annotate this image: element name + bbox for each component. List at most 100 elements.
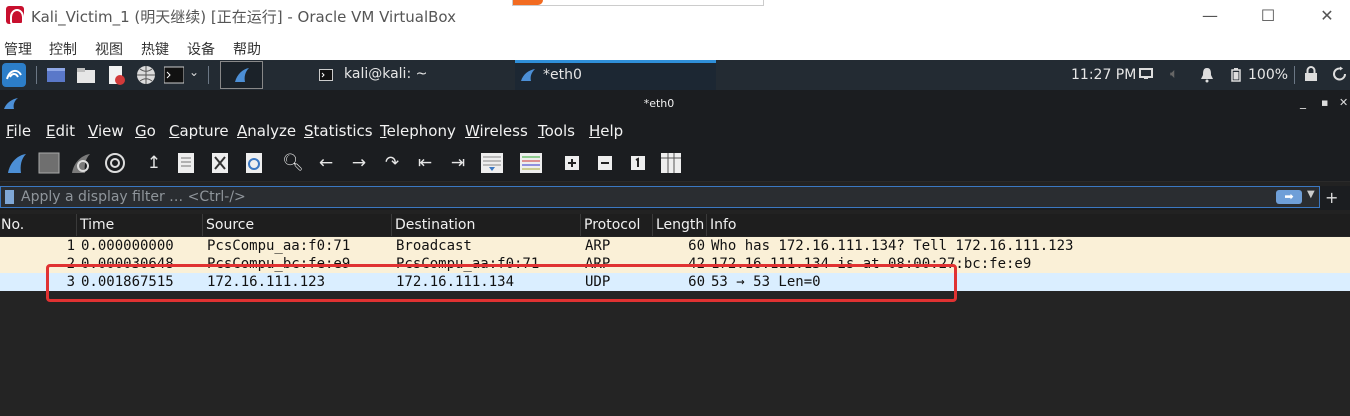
taskbar-item-label: *eth0: [543, 67, 582, 83]
cell-info: 53 → 53 Len=0: [711, 274, 821, 290]
main-toolbar: ↥ 🔍︎ ← → ↷ ⇤ ⇥: [0, 144, 1350, 182]
menu-tools[interactable]: Tools: [538, 122, 575, 140]
menu-go[interactable]: Go: [135, 122, 156, 140]
panel-separator: [1294, 66, 1295, 84]
resize-columns-icon[interactable]: [659, 152, 683, 174]
menu-view[interactable]: View: [88, 122, 124, 140]
reload-file-icon[interactable]: [242, 152, 266, 174]
menu-hotkey[interactable]: 热键: [141, 39, 169, 59]
go-forward-icon[interactable]: →: [347, 152, 371, 174]
menu-view[interactable]: 视图: [95, 39, 123, 59]
web-browser-icon[interactable]: [136, 65, 156, 85]
restart-capture-icon[interactable]: [69, 152, 93, 174]
menu-wireless[interactable]: Wireless: [465, 122, 528, 140]
column-divider[interactable]: [652, 214, 653, 236]
column-header-no[interactable]: No.: [1, 217, 24, 233]
menu-statistics[interactable]: Statistics: [304, 122, 373, 140]
menu-manage[interactable]: 管理: [4, 39, 32, 59]
column-divider[interactable]: [580, 214, 581, 236]
maximize-button[interactable]: ☐: [1253, 6, 1283, 26]
column-header-info[interactable]: Info: [710, 217, 737, 233]
packet-row[interactable]: 1 0.000000000 PcsCompu_aa:f0:71 Broadcas…: [0, 237, 1350, 255]
text-editor-icon[interactable]: [106, 65, 126, 85]
menu-telephony[interactable]: Telephony: [380, 122, 456, 140]
open-file-icon[interactable]: ↥: [142, 152, 166, 174]
go-back-icon[interactable]: ←: [314, 152, 338, 174]
lock-icon[interactable]: [1304, 66, 1318, 82]
column-divider[interactable]: [706, 214, 707, 236]
logout-icon[interactable]: [1332, 66, 1348, 82]
notification-bell-icon[interactable]: [1200, 67, 1214, 83]
ws-close-button[interactable]: ✕: [1339, 96, 1348, 109]
volume-icon[interactable]: 🔈︎: [1170, 66, 1178, 82]
autoscroll-icon[interactable]: [480, 152, 504, 174]
menu-help[interactable]: Help: [589, 122, 623, 140]
battery-percentage: 100%: [1248, 67, 1289, 83]
add-filter-button-icon[interactable]: +: [1325, 188, 1338, 207]
host-window-title: Kali_Victim_1 (明天继续) [正在运行] - Oracle VM …: [31, 8, 456, 26]
first-packet-icon[interactable]: ⇤: [413, 152, 437, 174]
host-titlebar: Kali_Victim_1 (明天继续) [正在运行] - Oracle VM …: [0, 0, 1350, 34]
column-header-time[interactable]: Time: [80, 217, 114, 233]
cell-info: Who has 172.16.111.134? Tell 172.16.111.…: [711, 238, 1074, 254]
close-button[interactable]: ✕: [1312, 6, 1342, 26]
apply-filter-arrow-icon[interactable]: ➡: [1276, 190, 1302, 204]
menu-edit[interactable]: Edit: [46, 122, 75, 140]
show-desktop-icon[interactable]: [46, 65, 66, 85]
battery-icon[interactable]: [1231, 68, 1241, 82]
zoom-in-icon[interactable]: [560, 152, 584, 174]
taskbar-item-terminal[interactable]: kali@kali: ~: [310, 60, 515, 90]
terminal-launcher-icon[interactable]: [164, 65, 184, 85]
menu-devices[interactable]: 设备: [187, 39, 215, 59]
menu-help[interactable]: 帮助: [233, 39, 261, 59]
column-divider[interactable]: [76, 214, 77, 236]
file-manager-icon[interactable]: [76, 65, 96, 85]
menu-file[interactable]: File: [6, 122, 31, 140]
column-header-destination[interactable]: Destination: [395, 217, 475, 233]
wireshark-titlebar: *eth0 _ ▪ ✕: [0, 90, 1350, 118]
normal-size-icon[interactable]: [626, 152, 650, 174]
display-icon[interactable]: [1139, 67, 1153, 81]
cell-no: 2: [66, 256, 75, 272]
find-packet-icon[interactable]: 🔍︎: [281, 152, 305, 174]
close-file-icon[interactable]: [208, 152, 232, 174]
column-header-protocol[interactable]: Protocol: [584, 217, 640, 233]
packet-list-header: No. Time Source Destination Protocol Len…: [0, 214, 1350, 236]
packet-row[interactable]: 2 0.000030648 PcsCompu_bc:fe:e9 PcsCompu…: [0, 255, 1350, 273]
cell-no: 1: [66, 238, 75, 254]
display-filter-box: ➡ ▼: [0, 186, 1320, 208]
column-divider[interactable]: [202, 214, 203, 236]
column-divider[interactable]: [391, 214, 392, 236]
panel-clock[interactable]: 11:27 PM: [1071, 67, 1136, 83]
zoom-out-icon[interactable]: [593, 152, 617, 174]
workspace-switcher[interactable]: [220, 61, 263, 89]
cell-destination: Broadcast: [396, 238, 472, 254]
column-header-source[interactable]: Source: [206, 217, 254, 233]
cell-destination: PcsCompu_aa:f0:71: [396, 256, 540, 272]
stop-capture-icon[interactable]: [37, 152, 61, 174]
filter-bookmark-icon[interactable]: [5, 190, 14, 204]
launcher-dropdown-icon[interactable]: ⌄: [189, 65, 199, 79]
capture-options-icon[interactable]: [103, 152, 127, 174]
packet-row-selected[interactable]: 3 0.001867515 172.16.111.123 172.16.111.…: [0, 273, 1350, 291]
menu-capture[interactable]: Capture: [169, 122, 229, 140]
start-capture-icon[interactable]: [5, 152, 29, 174]
ws-minimize-button[interactable]: _: [1300, 95, 1306, 109]
menu-analyze[interactable]: Analyze: [237, 122, 296, 140]
taskbar-item-wireshark[interactable]: *eth0: [515, 60, 716, 90]
cell-time: 0.001867515: [81, 274, 174, 290]
cell-length: 60: [688, 238, 705, 254]
save-file-icon[interactable]: [174, 152, 198, 174]
kali-menu-icon[interactable]: [2, 63, 26, 87]
menu-control[interactable]: 控制: [49, 39, 77, 59]
minimize-button[interactable]: —: [1195, 6, 1225, 26]
ws-maximize-button[interactable]: ▪: [1321, 96, 1328, 109]
go-to-packet-icon[interactable]: ↷: [380, 152, 404, 174]
colorize-icon[interactable]: [519, 152, 543, 174]
column-header-length[interactable]: Length: [656, 217, 704, 233]
display-filter-input[interactable]: [21, 188, 1261, 206]
last-packet-icon[interactable]: ⇥: [446, 152, 470, 174]
cell-protocol: ARP: [585, 256, 611, 272]
filter-dropdown-icon[interactable]: ▼: [1307, 189, 1315, 200]
cell-no: 3: [66, 274, 75, 290]
